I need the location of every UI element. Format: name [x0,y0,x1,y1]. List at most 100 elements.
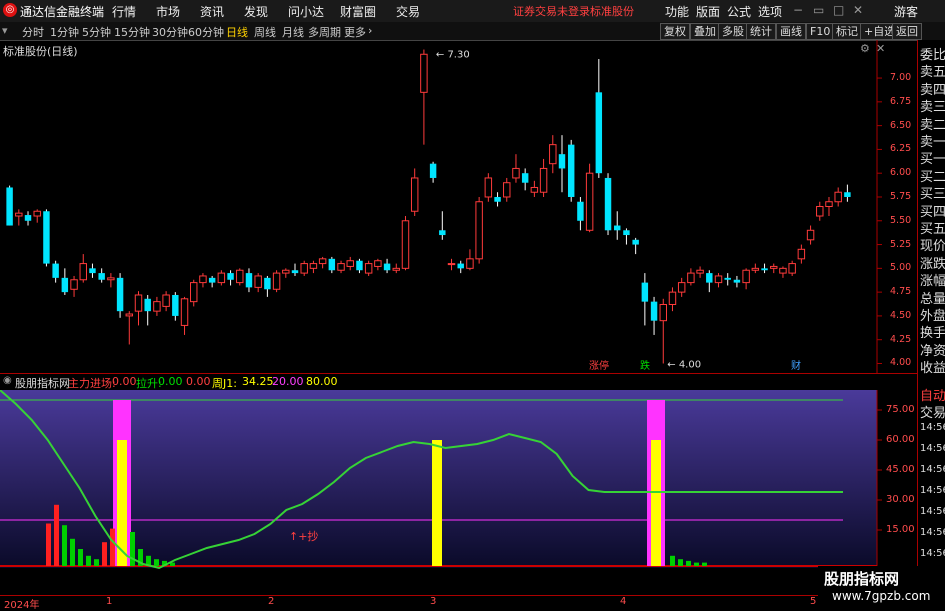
candle-body [6,187,13,226]
side-label-10[interactable]: 买五 [920,218,945,237]
menu-item-formula[interactable]: 公式 [727,3,751,20]
side-label-17[interactable]: 净资 [920,340,945,359]
side-label-18[interactable]: 收益 [920,357,945,376]
period-bar: ▾ 分时 1分钟 5分钟 15分钟 30分钟 60分钟 日线 周线 月线 多周期… [0,22,945,41]
candle [392,263,400,274]
candle-body [227,273,234,280]
candle-body [696,269,704,274]
restore-button[interactable]: ▭ [813,3,824,17]
period-15min[interactable]: 15分钟 [114,24,150,40]
collapse-icon[interactable]: ▾ [2,24,8,37]
candle-body [668,291,677,305]
candle-body [844,192,851,197]
period-intraday[interactable]: 分时 [22,24,44,40]
f10-button[interactable]: F10 [806,23,835,40]
menu-item-ask[interactable]: 问小达 [288,3,324,20]
period-daily[interactable]: 日线 [226,24,248,40]
back-button[interactable]: 返回 [892,23,922,40]
candle-body [383,263,391,271]
candle [98,268,105,283]
candle [6,185,13,226]
side-label-5[interactable]: 卖一 [920,131,945,150]
menu-item-news[interactable]: 资讯 [200,3,224,20]
menu-item-functions[interactable]: 功能 [665,3,689,20]
guest-label[interactable]: 游客 [894,3,918,20]
stats-button[interactable]: 统计 [746,23,776,40]
side-label-4[interactable]: 卖二 [920,114,945,133]
event-marker: 涨停 [589,359,609,372]
period-1min[interactable]: 1分钟 [50,24,79,40]
candle [107,273,115,288]
side-label-13[interactable]: 涨幅 [920,270,945,289]
candle [309,260,318,274]
minimize-button[interactable]: − [793,3,803,17]
overlay-button[interactable]: 叠加 [690,23,720,40]
login-warning[interactable]: 证券交易未登录 [513,3,590,19]
candle-body [172,294,179,316]
candle-body [264,277,271,290]
candle [125,311,134,345]
menu-item-wealth[interactable]: 财富圈 [340,3,376,20]
side-bottom-label-1[interactable]: 交易 [920,402,945,421]
candle [328,256,336,274]
candle [374,258,382,271]
side-label-16[interactable]: 换手 [920,322,945,341]
side-label-9[interactable]: 买四 [920,201,945,220]
maximize-button[interactable]: □ [833,3,844,17]
indicator-name[interactable]: 股朋指标网 [15,375,70,391]
menu-item-exchange[interactable]: 市场 [156,3,180,20]
side-label-11[interactable]: 现价 [920,235,945,254]
menu-item-trade[interactable]: 交易 [396,3,420,20]
side-label-2[interactable]: 卖四 [920,79,945,98]
candle [761,263,768,274]
period-monthly[interactable]: 月线 [282,24,304,40]
period-60min[interactable]: 60分钟 [188,24,224,40]
side-time-2: 14:56 [920,464,945,475]
draw-line-button[interactable]: 画线 [776,23,806,40]
side-label-12[interactable]: 涨跌 [920,253,945,272]
settings-gear-icon[interactable]: ⚙ [860,42,870,55]
adjust-button[interactable]: 复权 [660,23,690,40]
candle-body [466,258,474,269]
side-label-14[interactable]: 总量 [920,288,945,307]
candle [779,266,787,278]
side-label-6[interactable]: 买一 [920,148,945,167]
side-label-7[interactable]: 买二 [920,166,945,185]
indicator-panel[interactable]: ↑+抄 75.00 60.00 45.00 30.00 15.00 [0,390,917,595]
candle-body [825,201,833,208]
x-label-feb: 2 [268,596,275,607]
candlestick-chart[interactable]: ← 7.30 ← 4.00 涨停 跌 财 [0,40,917,373]
period-30min[interactable]: 30分钟 [152,24,188,40]
multi-stock-button[interactable]: 多股 [718,23,748,40]
side-label-3[interactable]: 卖三 [920,96,945,115]
side-time-5: 14:56 [920,527,945,538]
candle-body [217,272,226,284]
menu-item-market[interactable]: 行情 [112,3,136,20]
chevron-right-icon[interactable]: › [368,24,372,37]
side-label-1[interactable]: 卖五 [920,61,945,80]
period-5min[interactable]: 5分钟 [82,24,111,40]
side-label-8[interactable]: 买三 [920,183,945,202]
candle-body [318,258,327,265]
period-multi[interactable]: 多周期 [308,24,341,40]
candle-body [70,279,78,290]
panel-close-icon[interactable]: ✕ [876,42,885,55]
indicator-field-j1-label: 周J1: [212,377,237,390]
close-button[interactable]: ✕ [853,3,863,17]
mark-button[interactable]: 标记 [832,23,862,40]
candle-body [484,177,493,198]
candle-body [107,277,115,281]
watermark-title: 股朋指标网 [824,570,900,588]
side-label-0[interactable]: 委比 [920,44,945,63]
period-more[interactable]: 更多 [344,24,366,40]
menu-item-options[interactable]: 选项 [758,3,782,20]
candle [484,173,493,202]
indicator-chart[interactable]: ↑+抄 [0,390,917,595]
side-label-15[interactable]: 外盘 [920,305,945,324]
period-weekly[interactable]: 周线 [254,24,276,40]
menu-item-discover[interactable]: 发现 [244,3,268,20]
indicator-header: ◉ 股朋指标网 主力进场: 0.00 拉升: 0.00 0.00 周J1: 34… [0,374,877,390]
price-chart-panel[interactable]: ← 7.30 ← 4.00 涨停 跌 财 标准股份(日线) ⚙ ✕ 7.00 6.75 6.… [0,40,917,374]
menu-item-layout[interactable]: 版面 [696,3,720,20]
indicator-menu-icon[interactable]: ◉ [3,375,12,386]
